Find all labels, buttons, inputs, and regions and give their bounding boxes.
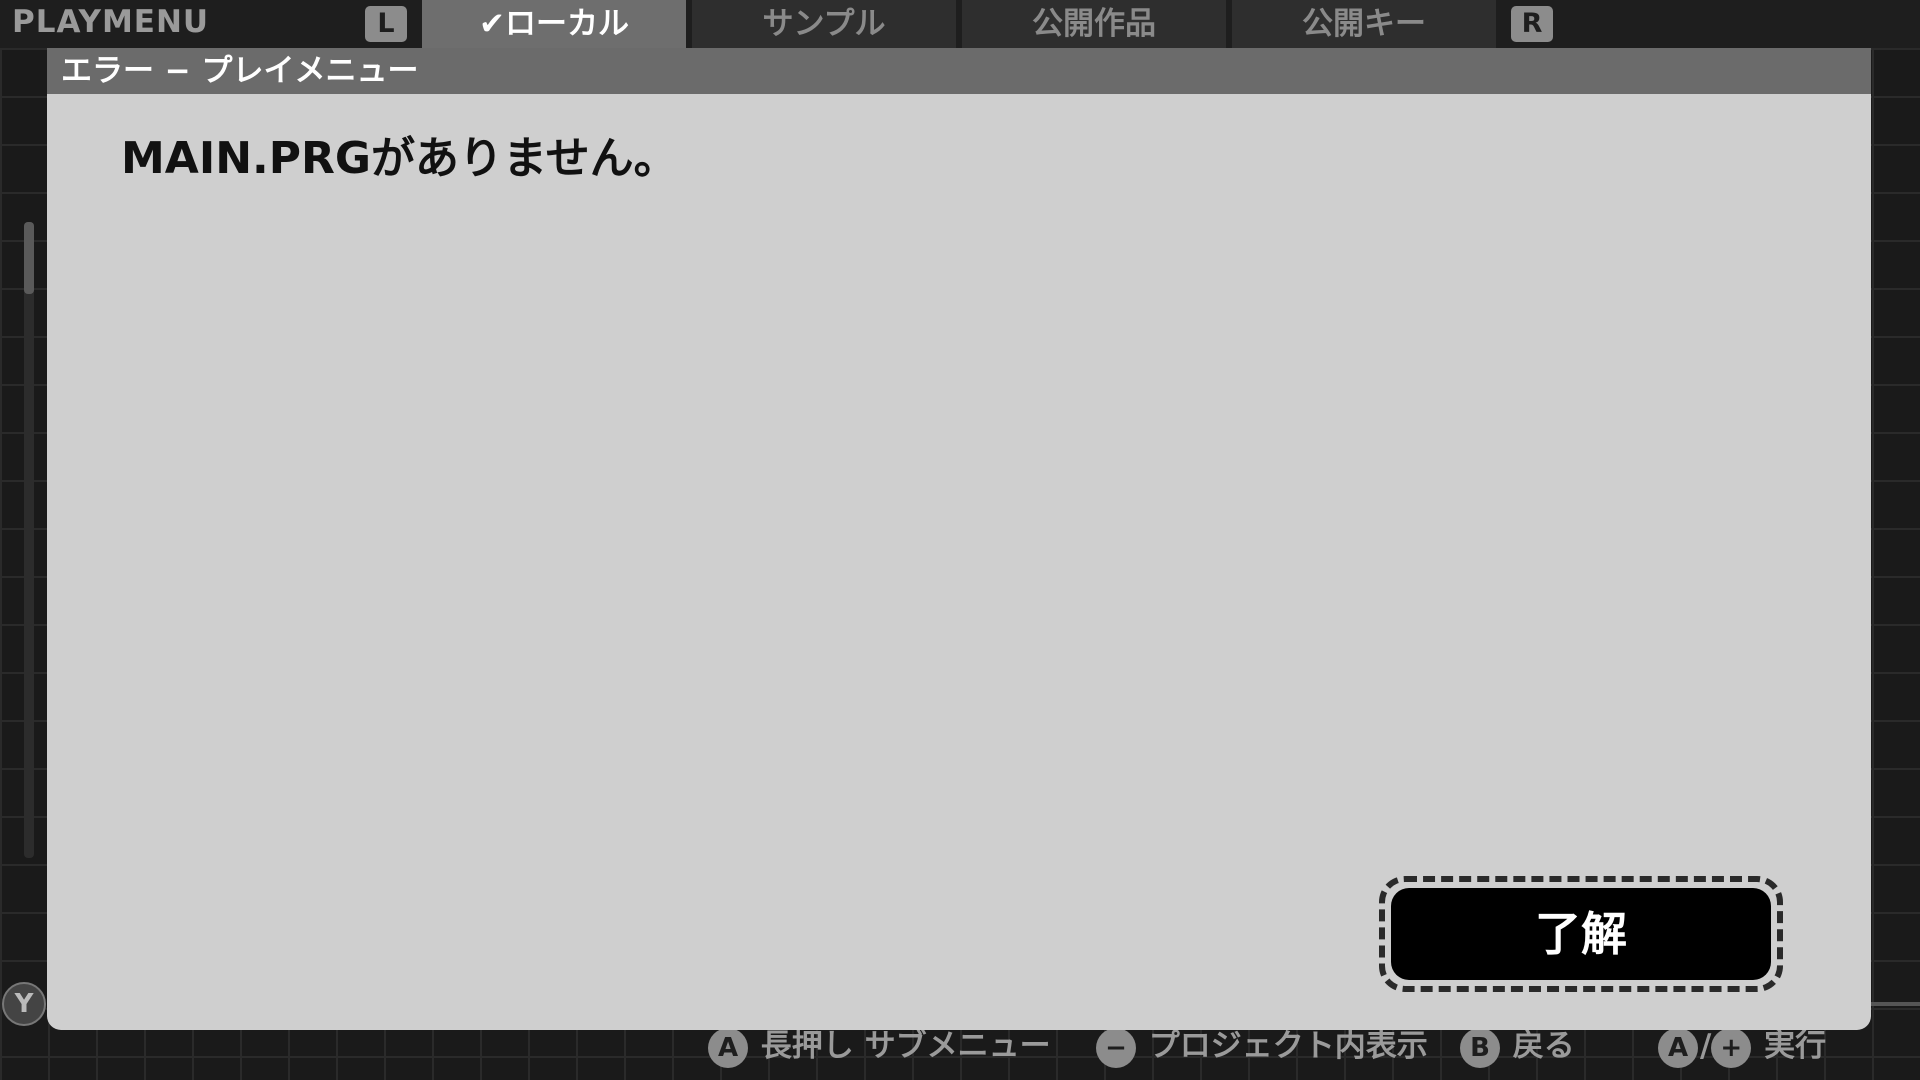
b-button-icon: B xyxy=(1460,1027,1500,1068)
a-button-icon: A xyxy=(1658,1027,1698,1068)
plus-button-icon: + xyxy=(1711,1027,1752,1068)
hint-project-view: − プロジェクト内表示 xyxy=(1096,1024,1428,1068)
l-shoulder-button[interactable]: L xyxy=(365,6,407,42)
error-dialog: エラー − プレイメニュー MAIN.PRGがありません。 了解 xyxy=(47,48,1871,1030)
top-bar: PLAYMENU L ✔ローカル サンプル 公開作品 公開キー R xyxy=(0,0,1920,48)
hint-back-label: 戻る xyxy=(1512,1028,1575,1064)
r-shoulder-button[interactable]: R xyxy=(1511,6,1553,42)
scrollbar-track[interactable] xyxy=(24,222,34,858)
tab-local[interactable]: ✔ローカル xyxy=(422,0,686,48)
tab-public-key[interactable]: 公開キー xyxy=(1232,0,1496,48)
tab-sample[interactable]: サンプル xyxy=(692,0,956,48)
hint-run: A / + 実行 xyxy=(1658,1024,1826,1068)
divider xyxy=(1868,1002,1920,1006)
dialog-title: エラー − プレイメニュー xyxy=(47,48,1871,94)
scrollbar-thumb[interactable] xyxy=(24,222,34,294)
app-title: PLAYMENU xyxy=(12,4,210,40)
y-button-icon[interactable]: Y xyxy=(2,982,46,1026)
hint-project-view-label: プロジェクト内表示 xyxy=(1148,1028,1428,1064)
hint-run-label: 実行 xyxy=(1764,1028,1827,1064)
hint-submenu: A 長押し サブメニュー xyxy=(708,1024,1051,1068)
error-message: MAIN.PRGがありません。 xyxy=(121,133,678,184)
ok-button[interactable]: 了解 xyxy=(1391,888,1771,980)
hint-submenu-label: 長押し サブメニュー xyxy=(760,1028,1051,1064)
a-button-icon: A xyxy=(708,1027,748,1068)
minus-button-icon: − xyxy=(1096,1027,1136,1068)
hint-back: B 戻る xyxy=(1460,1024,1575,1068)
tab-public-works[interactable]: 公開作品 xyxy=(962,0,1226,48)
